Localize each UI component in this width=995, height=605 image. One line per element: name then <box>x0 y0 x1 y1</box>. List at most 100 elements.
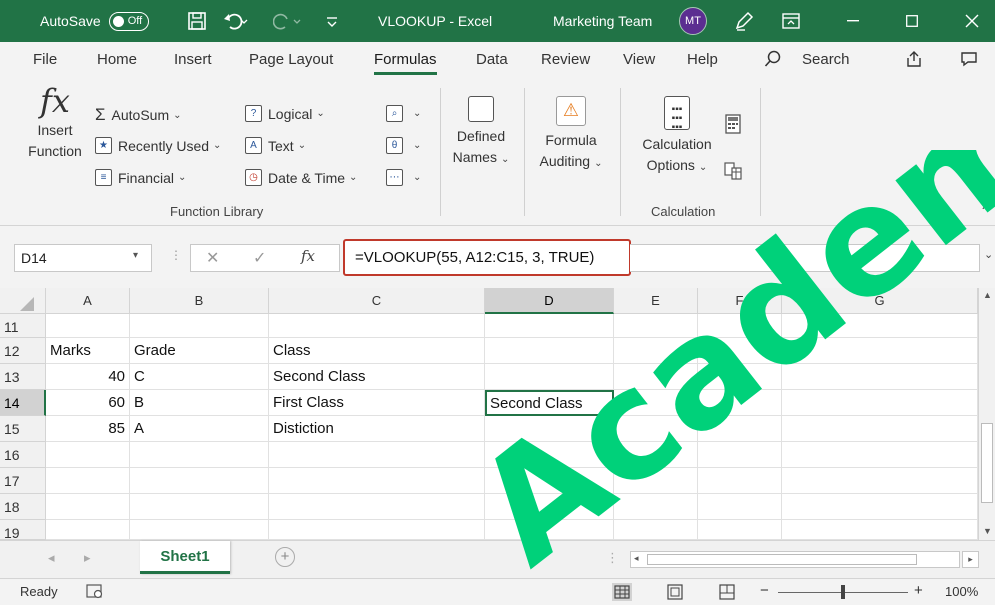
select-all-corner[interactable] <box>0 288 46 314</box>
scroll-left-icon[interactable]: ◂ <box>634 553 639 564</box>
grid-cell[interactable] <box>782 468 978 494</box>
ribbon-display-icon[interactable] <box>782 0 800 42</box>
grid-cell[interactable] <box>614 442 698 468</box>
grid-cell[interactable] <box>485 494 614 520</box>
sheet-tab-sheet1[interactable]: Sheet1 <box>140 541 230 574</box>
row-header-16[interactable]: 16 <box>0 442 46 468</box>
enter-icon[interactable]: ✓ <box>253 248 266 268</box>
tab-data[interactable]: Data <box>476 51 508 68</box>
pen-icon[interactable] <box>733 0 755 42</box>
grid-cell[interactable] <box>782 442 978 468</box>
grid-cell[interactable] <box>46 520 130 540</box>
row-header-18[interactable]: 18 <box>0 494 46 520</box>
calculation-options-button[interactable]: ▪▪▪ ▪▪▪ ▪▪▪ Calculation Options ⌄ <box>632 96 722 178</box>
cell-d14-active[interactable]: Second Class <box>485 390 614 416</box>
grid-cell[interactable] <box>269 442 485 468</box>
date-time-button[interactable]: ◷ Date & Time ⌄ <box>245 169 357 186</box>
fx-icon[interactable]: fx <box>301 247 315 265</box>
grid-cell[interactable] <box>130 314 269 338</box>
defined-names-button[interactable]: Defined Names ⌄ <box>446 96 516 170</box>
grid-cell[interactable] <box>46 468 130 494</box>
share-icon[interactable] <box>905 50 923 72</box>
grid-cell[interactable] <box>46 442 130 468</box>
search-box[interactable]: Search <box>802 51 850 68</box>
name-box[interactable]: D14 <box>14 244 152 272</box>
grid-cell[interactable] <box>614 314 698 338</box>
row-header-14[interactable]: 14 <box>0 390 46 416</box>
cell-a12[interactable]: Marks <box>46 338 130 364</box>
calculate-now-icon[interactable] <box>724 114 742 134</box>
grid-cell[interactable] <box>485 364 614 390</box>
grid-cell[interactable] <box>614 390 698 416</box>
column-header-g[interactable]: G <box>782 288 978 314</box>
cancel-icon[interactable]: ✕ <box>206 248 219 268</box>
avatar[interactable]: MT <box>679 0 707 42</box>
zoom-slider-thumb[interactable] <box>841 585 845 599</box>
row-header-17[interactable]: 17 <box>0 468 46 494</box>
grid-cell[interactable] <box>614 494 698 520</box>
next-sheet-icon[interactable]: ▸ <box>84 550 91 566</box>
search-icon[interactable] <box>764 50 782 72</box>
autosave[interactable]: AutoSave Off <box>40 0 150 42</box>
cell-b14[interactable]: B <box>130 390 269 416</box>
column-header-a[interactable]: A <box>46 288 130 314</box>
grid-cell[interactable] <box>130 520 269 540</box>
hscroll-thumb[interactable] <box>647 554 917 565</box>
autosum-button[interactable]: Σ AutoSum ⌄ <box>95 105 182 125</box>
cell-c14[interactable]: First Class <box>269 390 485 416</box>
grid-cell[interactable] <box>269 468 485 494</box>
recently-used-button[interactable]: ★ Recently Used ⌄ <box>95 137 221 154</box>
column-header-d[interactable]: D <box>485 288 614 314</box>
cell-c15[interactable]: Distiction <box>269 416 485 442</box>
grid-cell[interactable] <box>782 390 978 416</box>
tab-formulas[interactable]: Formulas <box>374 51 437 75</box>
cell-a15[interactable]: 85 <box>46 416 130 442</box>
grid-cell[interactable] <box>130 442 269 468</box>
maximize-icon[interactable] <box>889 0 935 42</box>
grid-cell[interactable] <box>698 314 782 338</box>
grid-cell[interactable] <box>698 338 782 364</box>
row-header-13[interactable]: 13 <box>0 364 46 390</box>
column-header-f[interactable]: F <box>698 288 782 314</box>
page-break-view-icon[interactable] <box>718 583 736 604</box>
tab-file[interactable]: File <box>33 51 57 68</box>
minimize-icon[interactable] <box>830 0 876 42</box>
horizontal-scrollbar[interactable]: ◂ <box>630 551 960 568</box>
save-icon[interactable] <box>187 0 207 42</box>
tab-review[interactable]: Review <box>541 51 590 68</box>
grid-cell[interactable] <box>130 468 269 494</box>
grid-cell[interactable] <box>782 416 978 442</box>
cell-b13[interactable]: C <box>130 364 269 390</box>
formula-auditing-button[interactable]: ⚠ Formula Auditing ⌄ <box>530 96 612 174</box>
row-header-19[interactable]: 19 <box>0 520 46 540</box>
scroll-right-icon[interactable]: ▸ <box>962 551 979 568</box>
grid-cell[interactable] <box>269 520 485 540</box>
normal-view-icon[interactable] <box>612 583 632 601</box>
undo-icon[interactable] <box>222 0 248 42</box>
grid-cell[interactable] <box>614 338 698 364</box>
grid-cell[interactable] <box>698 468 782 494</box>
cell-b15[interactable]: A <box>130 416 269 442</box>
prev-sheet-icon[interactable]: ◂ <box>48 550 55 566</box>
grid-cell[interactable] <box>782 520 978 540</box>
grid-cell[interactable] <box>698 416 782 442</box>
scroll-thumb[interactable] <box>981 423 993 503</box>
cell-a13[interactable]: 40 <box>46 364 130 390</box>
cell-c12[interactable]: Class <box>269 338 485 364</box>
row-header-11[interactable]: 11 <box>0 314 46 338</box>
zoom-level[interactable]: 100% <box>945 584 978 599</box>
grid-cell[interactable] <box>485 314 614 338</box>
grid-cell[interactable] <box>130 494 269 520</box>
grid-cell[interactable] <box>614 364 698 390</box>
collapse-ribbon-icon[interactable]: ⌃ <box>980 204 990 218</box>
financial-button[interactable]: ≡ Financial ⌄ <box>95 169 186 186</box>
grid-cell[interactable] <box>485 442 614 468</box>
grid-cell[interactable] <box>614 468 698 494</box>
grid-cell[interactable] <box>485 416 614 442</box>
logical-button[interactable]: ? Logical ⌄ <box>245 105 325 122</box>
grid-cell[interactable] <box>698 364 782 390</box>
tab-home[interactable]: Home <box>97 51 137 68</box>
grid-cell[interactable] <box>782 364 978 390</box>
grid-cell[interactable] <box>614 520 698 540</box>
vertical-scrollbar[interactable]: ▲ ▼ <box>978 288 995 540</box>
